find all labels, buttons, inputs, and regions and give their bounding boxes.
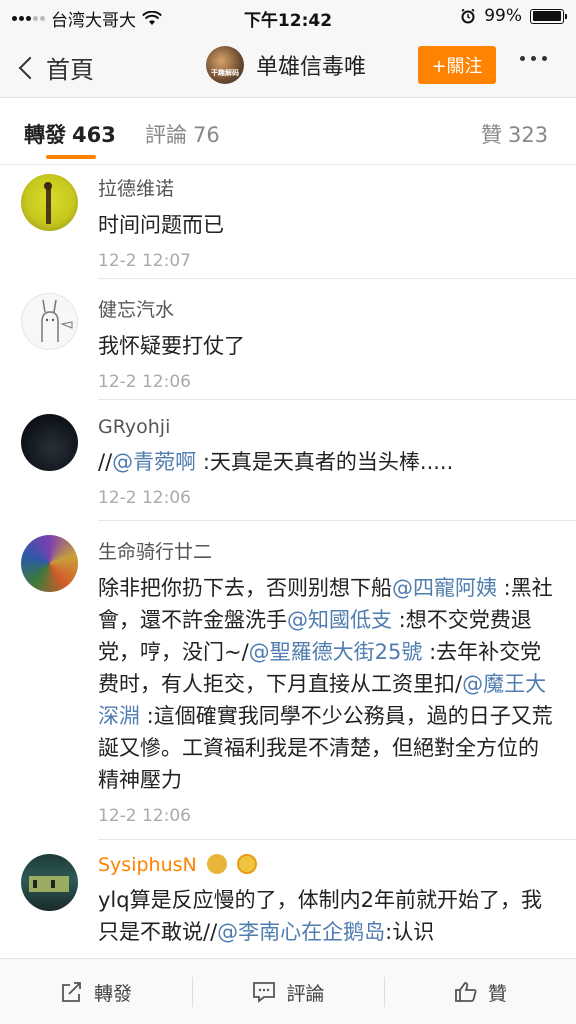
back-button[interactable]: 首頁: [16, 50, 94, 85]
comment-button[interactable]: 評論: [193, 959, 384, 1024]
thumbs-up-icon: [455, 982, 477, 1002]
comment-text-segment: :认识: [385, 920, 435, 944]
comment-text-segment: //: [98, 450, 113, 474]
comment-time: 12-2 12:06: [98, 372, 191, 392]
tab-indicator: [46, 155, 96, 159]
avatar[interactable]: [21, 854, 78, 911]
comment-user-name[interactable]: 生命骑行廿二: [98, 537, 554, 564]
list-item[interactable]: 生命骑行廿二 除非把你扔下去，否则别想下船@四寵阿姨 :黑社會，還不許金盤洗手@…: [0, 521, 576, 839]
tab-label: 轉發: [24, 123, 66, 147]
mention-link[interactable]: @李南心在企鹅岛: [217, 920, 385, 944]
alarm-icon: [461, 8, 475, 24]
tab-count: 323: [508, 123, 549, 147]
list-item[interactable]: GRyohji //@青菀啊 :天真是天真者的当头棒..... 12-2 12:…: [0, 400, 576, 520]
tab-likes[interactable]: 贊 323: [481, 119, 548, 149]
mention-link[interactable]: @知國低支: [287, 608, 392, 632]
comment-text: 我怀疑要打仗了: [98, 330, 554, 362]
comment-label: 評論: [286, 982, 325, 1005]
comment-time: 12-2 12:06: [98, 488, 191, 508]
status-bar: 台湾大哥大 下午12:42 99%: [0, 0, 576, 34]
comment-text-segment: :這個確實我同學不少公務員，過的日子又荒誕又慘。工資福利我是不清楚，但絕對全方位…: [98, 704, 553, 792]
comment-time: 12-2 12:06: [98, 806, 191, 826]
battery-icon: [530, 8, 567, 24]
bottom-action-bar: 轉發 評論 贊: [0, 958, 576, 1024]
tab-comments[interactable]: 評論 76: [145, 119, 220, 149]
comment-user-name-text: SysiphusN: [98, 854, 197, 876]
battery-percent: 99%: [484, 6, 522, 26]
crown-badge-icon: [206, 854, 227, 874]
comment-user-name[interactable]: 拉德维诺: [98, 174, 554, 201]
comment-time: 12-2 12:07: [98, 251, 191, 271]
mention-link[interactable]: @聖羅德大街25號: [249, 640, 423, 664]
avatar-caption: 干趣解码: [211, 69, 239, 77]
tab-count: 463: [72, 123, 116, 147]
chevron-left-icon: [18, 56, 42, 79]
nav-bar: 首頁 干趣解码 单雄信毒唯 +關注: [0, 34, 576, 98]
comment-user-name[interactable]: GRyohji: [98, 416, 554, 438]
tab-label: 評論: [145, 123, 187, 147]
list-item[interactable]: SysiphusN ylq算是反应慢的了，体制内2年前就开始了，我只是不敢说//…: [0, 840, 576, 958]
comment-text: 时间问题而已: [98, 209, 554, 241]
follow-button[interactable]: +關注: [418, 46, 496, 84]
comment-text-segment: :天真是天真者的当头棒.....: [196, 450, 454, 474]
comment-text-segment: 除非把你扔下去，否则别想下船: [98, 576, 392, 600]
back-label: 首頁: [46, 56, 94, 84]
avatar[interactable]: [21, 414, 78, 471]
comment-text: //@青菀啊 :天真是天真者的当头棒.....: [98, 446, 554, 478]
avatar: 干趣解码: [206, 46, 244, 84]
like-button[interactable]: 贊: [385, 959, 576, 1024]
comment-user-name[interactable]: SysiphusN: [98, 854, 554, 876]
comment-user-name[interactable]: 健忘汽水: [98, 295, 554, 322]
nav-user-name: 单雄信毒唯: [256, 55, 367, 80]
comment-icon: [253, 982, 276, 1003]
share-icon: [62, 982, 81, 1002]
avatar[interactable]: [21, 535, 78, 592]
more-options-icon[interactable]: [520, 56, 547, 61]
tab-bar: 轉發 463 評論 76 贊 323: [0, 99, 576, 165]
list-item[interactable]: 拉德维诺 时间问题而已 12-2 12:07: [0, 166, 576, 278]
tab-repost[interactable]: 轉發 463: [24, 119, 116, 149]
list-item[interactable]: 健忘汽水 我怀疑要打仗了 12-2 12:06: [0, 279, 576, 399]
repost-label: 轉發: [93, 982, 132, 1005]
member-badge-icon: [236, 854, 257, 874]
avatar[interactable]: [21, 293, 78, 350]
comment-text: 除非把你扔下去，否则别想下船@四寵阿姨 :黑社會，還不許金盤洗手@知國低支 :想…: [98, 572, 554, 796]
tab-count: 76: [193, 123, 220, 147]
repost-button[interactable]: 轉發: [0, 959, 192, 1024]
nav-user[interactable]: 干趣解码 单雄信毒唯: [206, 46, 366, 84]
like-label: 贊: [487, 982, 507, 1005]
avatar[interactable]: [21, 174, 78, 231]
comment-text-segment: 我怀疑要打仗了: [98, 334, 245, 358]
tab-label: 贊: [481, 123, 502, 147]
mention-link[interactable]: @四寵阿姨: [392, 576, 497, 600]
comment-text-segment: 时间问题而已: [98, 213, 224, 237]
status-right: 99%: [460, 6, 567, 26]
mention-link[interactable]: @青菀啊: [112, 450, 196, 474]
comment-text: ylq算是反应慢的了，体制内2年前就开始了，我只是不敢说//@李南心在企鹅岛:认…: [98, 884, 554, 948]
